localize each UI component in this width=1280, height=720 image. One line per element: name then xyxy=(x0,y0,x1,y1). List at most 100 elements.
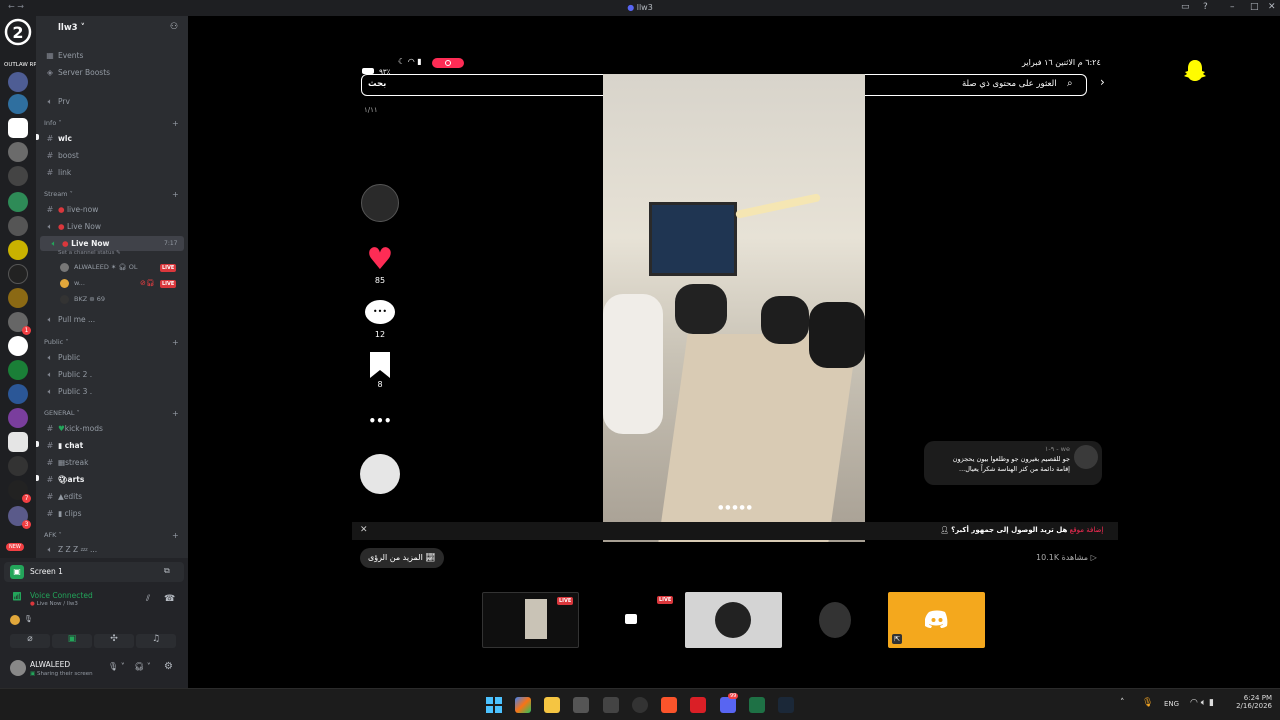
server-icon[interactable] xyxy=(8,336,28,356)
server-icon[interactable] xyxy=(8,166,28,186)
category-info[interactable]: Info ˅ + xyxy=(44,119,179,128)
soundboard-button[interactable]: ♫ xyxy=(136,634,176,648)
server-logo[interactable]: 2 OUTLAW RP xyxy=(4,18,37,68)
voice-location[interactable]: ● Live Now / llw3 xyxy=(30,601,78,607)
add-channel-icon[interactable]: + xyxy=(172,531,179,540)
carousel-dots[interactable]: ● ● ● ● ● xyxy=(705,504,765,514)
category-stream[interactable]: Stream ˅ + xyxy=(44,190,179,199)
chevron-up-icon[interactable]: ˄ xyxy=(1120,698,1125,708)
like-button[interactable]: ♥ 85 xyxy=(360,244,400,286)
channel-kick-mods[interactable]: # ♥kick-mods xyxy=(36,421,188,436)
channel-status[interactable]: Set a channel status ✎ xyxy=(58,250,121,256)
copilot-icon[interactable] xyxy=(515,697,531,713)
server-icon[interactable] xyxy=(8,192,28,212)
server-icon[interactable] xyxy=(8,360,28,380)
channel-edits[interactable]: # ▲edits xyxy=(36,489,188,504)
help-icon[interactable]: ? xyxy=(1203,2,1208,12)
obs-icon[interactable] xyxy=(632,697,648,713)
close-button[interactable]: ✕ xyxy=(1268,2,1276,12)
server-icon[interactable] xyxy=(8,432,28,452)
store-icon[interactable] xyxy=(573,697,589,713)
activities-button[interactable]: ✣ xyxy=(94,634,134,648)
discord-icon[interactable]: 99 xyxy=(720,693,739,713)
server-icon[interactable] xyxy=(8,94,28,114)
channel-boost[interactable]: # boost xyxy=(36,148,188,163)
minimize-button[interactable]: – xyxy=(1230,2,1235,12)
comment-bubble[interactable]: we - ٩-١ جو للقصيم بغيرون جو وطلعوا بيون… xyxy=(924,441,1102,485)
inbox-icon[interactable]: ▭ xyxy=(1181,2,1190,12)
windows-start-icon[interactable] xyxy=(486,697,502,713)
voice-user[interactable]: ALWALEED ✶ 🎧︎ OL LIVE xyxy=(36,260,188,275)
server-icon[interactable] xyxy=(8,408,28,428)
close-icon[interactable]: ✕ xyxy=(360,525,368,535)
forward-arrow-icon[interactable]: › xyxy=(1100,75,1105,89)
voice-user[interactable]: BKZ ⊛ 69 xyxy=(36,292,188,307)
search-button[interactable]: بحث xyxy=(368,79,386,89)
category-afk[interactable]: AFK ˅ + xyxy=(44,531,179,540)
stream-thumbnail[interactable] xyxy=(787,592,884,648)
server-icon[interactable] xyxy=(8,288,28,308)
events-item[interactable]: ▦ Events xyxy=(36,48,188,63)
video-off-button[interactable]: ⌀ xyxy=(10,634,50,648)
voice-user[interactable]: w... ⊘🎧︎ LIVE xyxy=(36,276,188,291)
server-boosts-item[interactable]: ◈ Server Boosts xyxy=(36,65,188,80)
screen-share-preview[interactable]: ▣ Screen 1 ⧉ xyxy=(4,562,184,582)
server-icon[interactable] xyxy=(8,216,28,236)
search-input[interactable]: العثور على محتوى ذي صلة xyxy=(962,79,1057,89)
stream-view[interactable]: ٩٣٪ ☾ ◠ ▮ ٦:٢٤ م الاثنين ١٦ فبراير بحث ا… xyxy=(188,16,1280,688)
add-channel-icon[interactable]: + xyxy=(172,409,179,418)
server-icon[interactable] xyxy=(8,384,28,404)
channel-live-now-text[interactable]: # ● live-now xyxy=(36,202,188,217)
channel-arts[interactable]: # 🎨︎arts xyxy=(36,472,188,487)
server-icon[interactable] xyxy=(8,456,28,476)
invite-icon[interactable]: ⚇ xyxy=(170,22,178,32)
file-explorer-icon[interactable] xyxy=(544,697,560,713)
voice-channel-public-3[interactable]: 🔈︎ Public 3 . xyxy=(36,384,188,399)
server-icon[interactable] xyxy=(8,142,28,162)
voice-channel-afk[interactable]: 🔈︎ Z Z Z 💤︎ ... xyxy=(36,542,188,557)
music-disc[interactable] xyxy=(360,454,400,494)
disconnect-icon[interactable]: ☎ xyxy=(164,594,175,604)
add-channel-icon[interactable]: + xyxy=(172,338,179,347)
headphones-icon[interactable]: 🎧︎ ˅ xyxy=(134,662,151,671)
adobe-icon[interactable] xyxy=(690,697,706,713)
server-icon[interactable]: 1 xyxy=(8,312,31,335)
creator-avatar[interactable] xyxy=(360,184,400,222)
brave-icon[interactable] xyxy=(661,697,677,713)
stream-thumbnail[interactable] xyxy=(685,592,782,648)
avatar[interactable] xyxy=(10,660,26,676)
server-icon[interactable] xyxy=(8,72,28,92)
calculator-icon[interactable] xyxy=(603,697,619,713)
voice-channel-public-2[interactable]: 🔈︎ Public 2 . xyxy=(36,367,188,382)
excel-icon[interactable] xyxy=(749,697,765,713)
snapchat-icon[interactable] xyxy=(1182,58,1208,84)
system-tray-icons[interactable]: ◠ 🔈︎ ▮ xyxy=(1190,698,1214,708)
server-icon[interactable] xyxy=(8,118,28,138)
more-options-icon[interactable]: ••• xyxy=(360,414,400,428)
mic-icon[interactable]: 🎙︎ ˅ xyxy=(108,662,125,671)
promo-bar[interactable]: ✕ إضافة موقع هل تريد الوصول إلى جمهور أك… xyxy=(352,522,1118,540)
stream-thumbnail[interactable]: LIVE xyxy=(482,592,579,648)
more-insights-button[interactable]: 📈︎ المزيد من الرؤى xyxy=(360,548,444,568)
channel-clips[interactable]: # ▮ clips xyxy=(36,506,188,521)
server-icon[interactable] xyxy=(8,264,28,284)
username[interactable]: ALWALEED xyxy=(30,660,70,669)
mic-icon[interactable]: 🎙︎ xyxy=(1142,698,1153,708)
channel-link[interactable]: # link xyxy=(36,165,188,180)
language-indicator[interactable]: ENG xyxy=(1164,700,1179,708)
voice-channel-public[interactable]: 🔈︎ Public xyxy=(36,350,188,365)
server-icon[interactable] xyxy=(8,240,28,260)
channel-wlc[interactable]: # wlc xyxy=(36,131,188,146)
video-player[interactable]: ● ● ● ● ● xyxy=(603,74,865,542)
stream-thumbnail[interactable]: ⇱ xyxy=(888,592,985,648)
server-icon[interactable]: 3 xyxy=(8,506,31,529)
add-channel-icon[interactable]: + xyxy=(172,190,179,199)
bookmark-button[interactable]: 8 xyxy=(360,352,400,389)
category-public[interactable]: Public ˅ + xyxy=(44,338,179,347)
server-name[interactable]: llw3 ˅ xyxy=(58,23,85,33)
server-icon[interactable]: 7 xyxy=(8,480,31,503)
category-general[interactable]: GENERAL ˅ + xyxy=(44,409,179,418)
screen-share-button[interactable]: ▣ xyxy=(52,634,92,648)
voice-channel-pull-me[interactable]: 🔈︎ Pull me ... xyxy=(36,312,188,327)
clock[interactable]: 6:24 PM 2/16/2026 xyxy=(1228,694,1272,710)
